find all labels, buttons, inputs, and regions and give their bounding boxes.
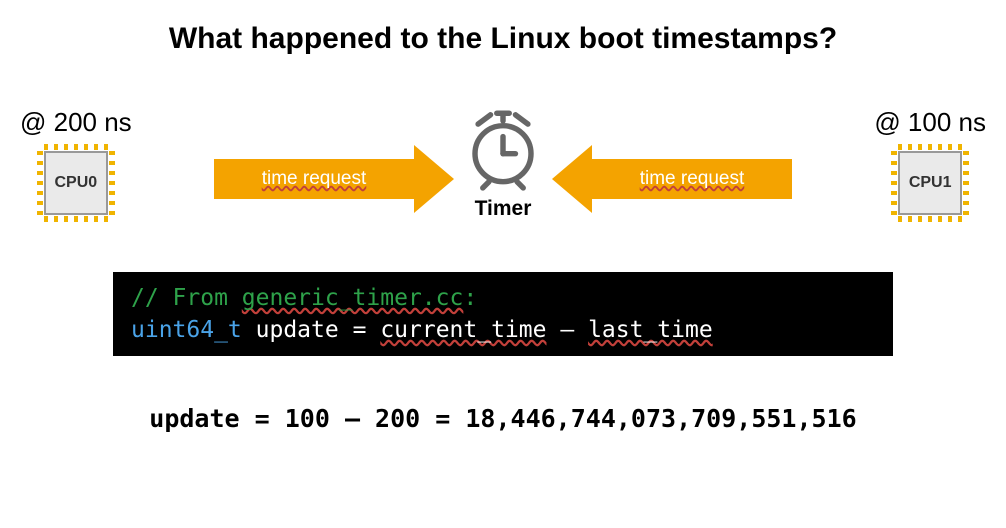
left-arrow: time request [214,145,454,213]
timer-label: Timer [475,197,532,221]
slide-title: What happened to the Linux boot timestam… [0,0,1006,56]
equation-line: update = 100 – 200 = 18,446,744,073,709,… [0,404,1006,433]
right-arrow: time request [552,145,792,213]
right-time-label: @ 100 ns [874,107,986,138]
timer-block: Timer [464,107,542,221]
cpu-chip-icon: CPU0 [37,144,115,222]
arrow-left-icon [552,145,592,213]
left-time-label: @ 200 ns [20,107,132,138]
diagram-row: @ 200 ns CPU0 time request [0,94,1006,234]
cpu-chip-icon: CPU1 [891,144,969,222]
alarm-clock-icon [464,107,542,191]
left-cpu-block: @ 200 ns CPU0 [20,107,132,222]
code-filename: generic_timer.cc [242,285,464,311]
code-expr2: last_time [588,317,713,343]
code-expr1: current_time [380,317,546,343]
right-cpu-block: @ 100 ns CPU1 [874,107,986,222]
code-snippet: // From generic_timer.cc: uint64_t updat… [113,272,893,356]
right-arrow-label: time request [592,159,792,199]
code-var: update [256,317,339,343]
left-arrow-label: time request [214,159,414,199]
cpu1-label: CPU1 [898,151,962,215]
code-type: uint64_t [131,317,242,343]
cpu0-label: CPU0 [44,151,108,215]
arrow-right-icon [414,145,454,213]
